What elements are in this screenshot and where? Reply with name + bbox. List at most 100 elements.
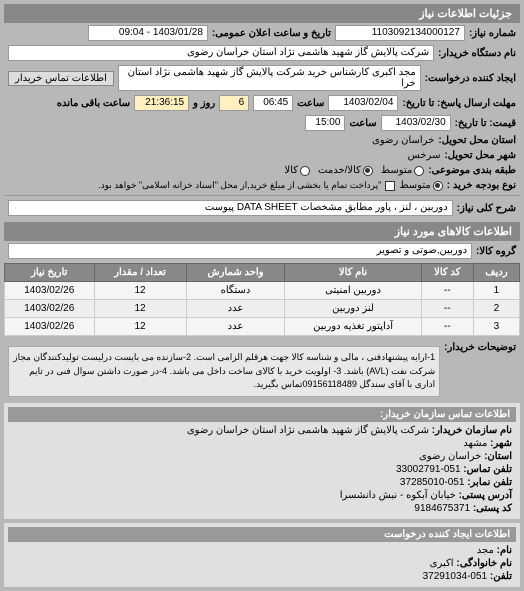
- cr-family: اکبری: [430, 558, 454, 569]
- org-label: نام دستگاه خریدار:: [438, 48, 516, 59]
- cell-idx: 1: [473, 282, 519, 300]
- table-row: 2--لنز دوربینعدد121403/02/26: [5, 300, 520, 318]
- bc-address: خیابان آبکوه - نبش دانشسرا: [340, 490, 456, 501]
- requester-label: ایجاد کننده درخواست:: [425, 73, 516, 84]
- cr-name-label: نام:: [497, 545, 512, 556]
- bc-postal-label: کد پستی:: [473, 503, 512, 514]
- group-radio-group: متوسط کالا/خدمت کالا: [285, 165, 425, 176]
- remain-label: ساعت باقی مانده: [57, 98, 130, 109]
- cell-idx: 3: [473, 318, 519, 336]
- bc-org: شرکت پالایش گاز شهید هاشمی نژاد استان خر…: [187, 425, 429, 436]
- cr-name: مجد: [477, 545, 494, 556]
- bc-fax: 051-37285010: [400, 477, 465, 488]
- province-value: خراسان رضوی: [372, 135, 434, 146]
- days-value: 6: [219, 95, 249, 111]
- bc-province-label: استان:: [484, 451, 512, 462]
- cell-idx: 2: [473, 300, 519, 318]
- budget-option: متوسط: [399, 180, 430, 191]
- radio-icon: [433, 181, 443, 191]
- need-title-label: شرح کلی نیاز:: [457, 203, 516, 214]
- radio-icon: [363, 166, 373, 176]
- reply-time-label: ساعت: [297, 98, 324, 109]
- budget-radio[interactable]: متوسط: [399, 180, 442, 191]
- cell-date: 1403/02/26: [5, 282, 95, 300]
- col-code: کد کالا: [421, 264, 473, 282]
- quote-time-label: ساعت: [349, 118, 376, 129]
- reply-until-label: مهلت ارسال پاسخ: تا تاریخ:: [402, 98, 516, 109]
- need-title-value: دوربین ، لنز ، پاور مطابق مشخصات DATA SH…: [8, 200, 453, 216]
- cr-tel-label: تلفن:: [490, 571, 512, 582]
- creator-section-title: اطلاعات ایجاد کننده درخواست: [8, 527, 516, 542]
- bc-province: خراسان رضوی: [419, 451, 481, 462]
- cell-unit: عدد: [186, 300, 285, 318]
- table-row: 3--آداپتور تغذیه دوربینعدد121403/02/26: [5, 318, 520, 336]
- cell-qty: 12: [94, 318, 186, 336]
- cell-unit: دستگاه: [186, 282, 285, 300]
- radio-label-0: متوسط: [381, 165, 412, 176]
- quote-date: 1403/02/30: [381, 115, 451, 131]
- radio-label-2: کالا: [285, 165, 299, 176]
- budget-checkbox[interactable]: [385, 181, 395, 191]
- cell-code: --: [421, 318, 473, 336]
- announce-label: تاریخ و ساعت اعلان عمومی:: [212, 28, 331, 39]
- cell-name: لنز دوربین: [285, 300, 421, 318]
- request-no-value: 1103092134000127: [335, 25, 465, 41]
- city-label: شهر محل تحویل:: [444, 150, 516, 161]
- quote-until-label: قیمت: تا تاریخ:: [455, 118, 516, 129]
- goods-table: ردیف کد کالا نام کالا واحد شمارش تعداد /…: [4, 263, 520, 336]
- announce-value: 1403/01/28 - 09:04: [88, 25, 208, 41]
- cell-name: آداپتور تغذیه دوربین: [285, 318, 421, 336]
- cell-name: دوربین امنیتی: [285, 282, 421, 300]
- cell-code: --: [421, 282, 473, 300]
- cr-family-label: نام خانوادگی:: [456, 558, 512, 569]
- table-row: 1--دوربین امنیتیدستگاه121403/02/26: [5, 282, 520, 300]
- cell-qty: 12: [94, 282, 186, 300]
- radio-icon: [414, 166, 424, 176]
- cell-date: 1403/02/26: [5, 300, 95, 318]
- col-idx: ردیف: [473, 264, 519, 282]
- notes-text: 1-ارایه پیشنهادفنی ، مالی و شناسه کالا ج…: [8, 346, 440, 397]
- goods-group-label: گروه کالا:: [476, 246, 516, 257]
- bc-city-label: شهر:: [490, 438, 512, 449]
- bc-address-label: آدرس پستی:: [459, 490, 512, 501]
- budget-note: "پرداخت تمام یا بخشی از مبلغ خرید,از محل…: [98, 180, 381, 191]
- bc-org-label: نام سازمان خریدار:: [432, 425, 512, 436]
- col-qty: تعداد / مقدار: [94, 264, 186, 282]
- col-unit: واحد شمارش: [186, 264, 285, 282]
- cell-code: --: [421, 300, 473, 318]
- bc-tel-label: تلفن تماس:: [463, 464, 512, 475]
- bc-tel: 051-33002791: [396, 464, 461, 475]
- org-value: شرکت پالایش گاز شهید هاشمی نژاد استان خر…: [8, 45, 434, 61]
- bc-city: مشهد: [463, 438, 487, 449]
- buyer-contact-title: اطلاعات تماس سازمان خریدار:: [8, 407, 516, 422]
- group-label: طبقه بندی موضوعی:: [428, 165, 516, 176]
- request-no-label: شماره نیاز:: [469, 28, 516, 39]
- goods-section-title: اطلاعات کالاهای مورد نیاز: [4, 222, 520, 241]
- cr-tel: 051-37291034: [423, 571, 488, 582]
- cell-date: 1403/02/26: [5, 318, 95, 336]
- buyer-contact-button[interactable]: اطلاعات تماس خریدار: [8, 71, 114, 86]
- cell-qty: 12: [94, 300, 186, 318]
- notes-label: توضیحات خریدار:: [444, 342, 516, 353]
- radio-option-1[interactable]: کالا/خدمت: [318, 165, 373, 176]
- city-value: سرخس: [408, 150, 441, 161]
- goods-group-value: دوربین,صوتی و تصویر: [8, 243, 472, 259]
- reply-time: 06:45: [253, 95, 293, 111]
- radio-option-0[interactable]: متوسط: [381, 165, 424, 176]
- radio-option-2[interactable]: کالا: [285, 165, 311, 176]
- days-label: روز و: [193, 98, 215, 109]
- requester-value: مجد اکبری کارشناس خرید شرکت پالایش گاز ش…: [118, 65, 421, 91]
- bc-fax-label: تلفن نمابر:: [467, 477, 512, 488]
- cell-unit: عدد: [186, 318, 285, 336]
- page-header: جزئیات اطلاعات نیاز: [4, 4, 520, 23]
- radio-label-1: کالا/خدمت: [318, 165, 361, 176]
- remain-time: 21:36:15: [134, 95, 189, 111]
- budget-label: نوع بودجه خرید :: [447, 180, 516, 191]
- radio-icon: [300, 166, 310, 176]
- reply-date: 1403/02/04: [328, 95, 398, 111]
- col-name: نام کالا: [285, 264, 421, 282]
- col-date: تاریخ نیاز: [5, 264, 95, 282]
- province-label: استان محل تحویل:: [438, 135, 516, 146]
- quote-time: 15:00: [305, 115, 345, 131]
- bc-postal: 9184675371: [414, 503, 470, 514]
